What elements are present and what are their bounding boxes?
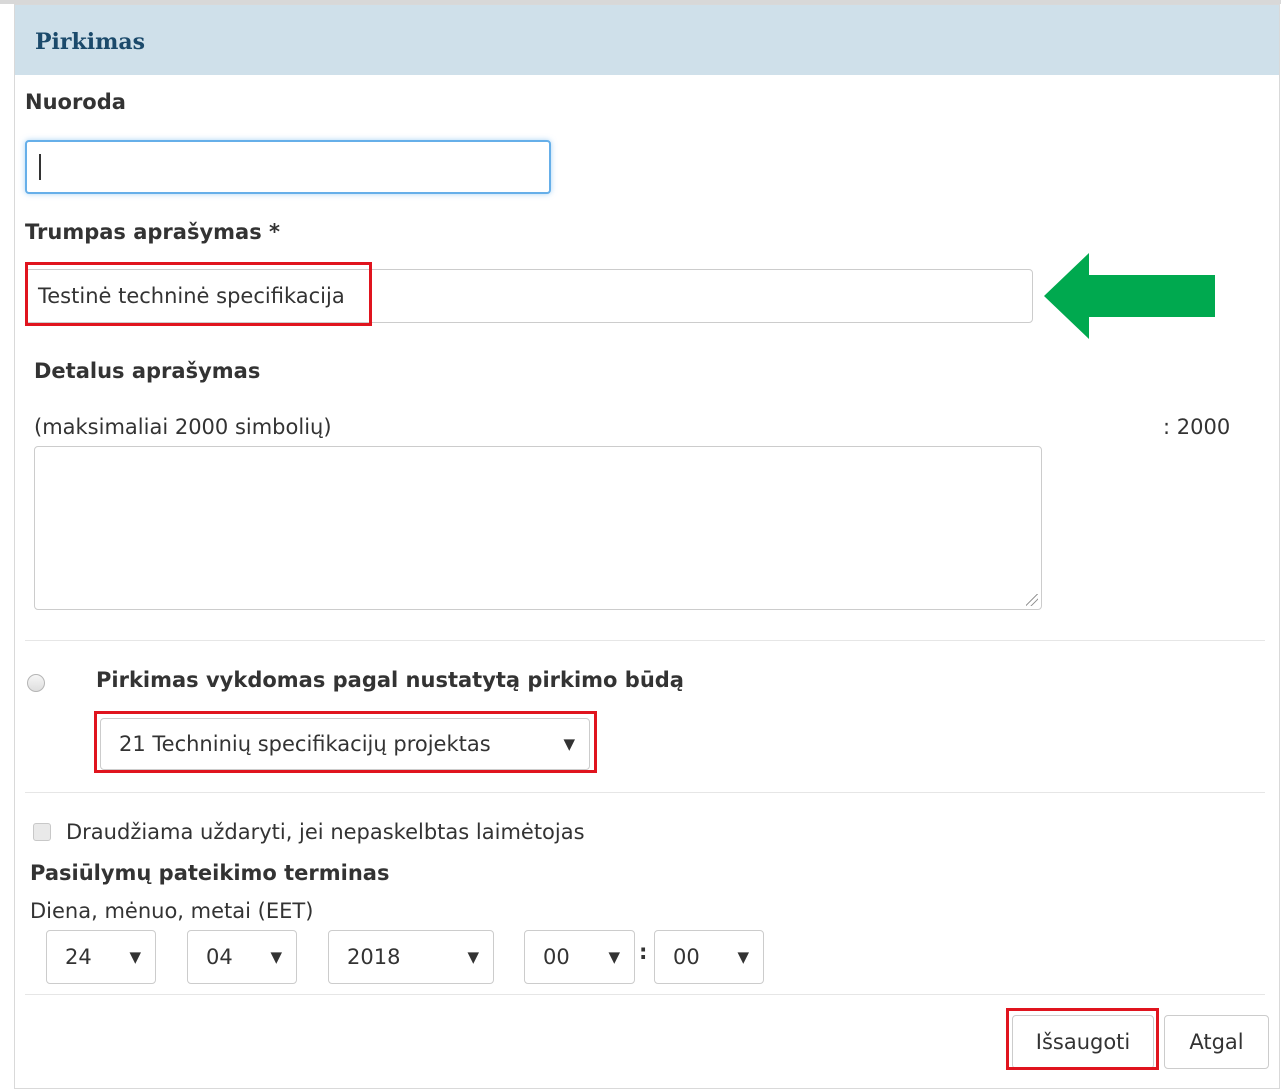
minute-select[interactable]: 00 ▼ xyxy=(654,930,764,984)
chevron-down-icon: ▼ xyxy=(467,948,479,966)
time-separator: : xyxy=(639,940,648,964)
year-select[interactable]: 2018 ▼ xyxy=(328,930,494,984)
short-description-label: Trumpas aprašymas * xyxy=(25,220,280,244)
month-value: 04 xyxy=(206,945,233,969)
nuoroda-label: Nuoroda xyxy=(25,90,126,114)
no-close-label: Draudžiama uždaryti, jei nepaskelbtas la… xyxy=(66,820,585,844)
day-value: 24 xyxy=(65,945,92,969)
procurement-method-radio[interactable] xyxy=(27,674,45,692)
hour-select[interactable]: 00 ▼ xyxy=(524,930,635,984)
highlight-save-button xyxy=(1006,1008,1159,1070)
year-value: 2018 xyxy=(347,945,401,969)
chevron-down-icon: ▼ xyxy=(608,948,620,966)
nuoroda-input[interactable] xyxy=(25,140,551,194)
month-select[interactable]: 04 ▼ xyxy=(187,930,297,984)
chevron-down-icon: ▼ xyxy=(129,948,141,966)
resize-handle-icon[interactable] xyxy=(1026,594,1038,606)
procurement-method-label: Pirkimas vykdomas pagal nustatytą pirkim… xyxy=(96,668,684,692)
detail-description-textarea[interactable] xyxy=(34,446,1042,610)
highlight-short-description xyxy=(25,262,372,326)
day-select[interactable]: 24 ▼ xyxy=(46,930,156,984)
deadline-label: Pasiūlymų pateikimo terminas xyxy=(30,861,390,885)
divider xyxy=(25,640,1265,641)
arrow-left-icon xyxy=(1044,253,1215,339)
chevron-down-icon: ▼ xyxy=(737,948,749,966)
text-caret xyxy=(39,154,41,180)
detail-description-hint: (maksimaliai 2000 simbolių) xyxy=(34,415,332,439)
back-button[interactable]: Atgal xyxy=(1164,1015,1269,1069)
deadline-format: Diena, mėnuo, metai (EET) xyxy=(30,899,314,923)
chevron-down-icon: ▼ xyxy=(270,948,282,966)
detail-description-label: Detalus aprašymas xyxy=(34,359,261,383)
panel-title: Pirkimas xyxy=(35,29,146,55)
no-close-checkbox[interactable] xyxy=(33,823,51,841)
character-counter: : 2000 xyxy=(1163,415,1231,439)
minute-value: 00 xyxy=(673,945,700,969)
divider xyxy=(25,994,1265,995)
divider xyxy=(25,792,1265,793)
hour-value: 00 xyxy=(543,945,570,969)
panel-header: Pirkimas xyxy=(15,5,1279,75)
highlight-procurement-method xyxy=(94,711,597,773)
